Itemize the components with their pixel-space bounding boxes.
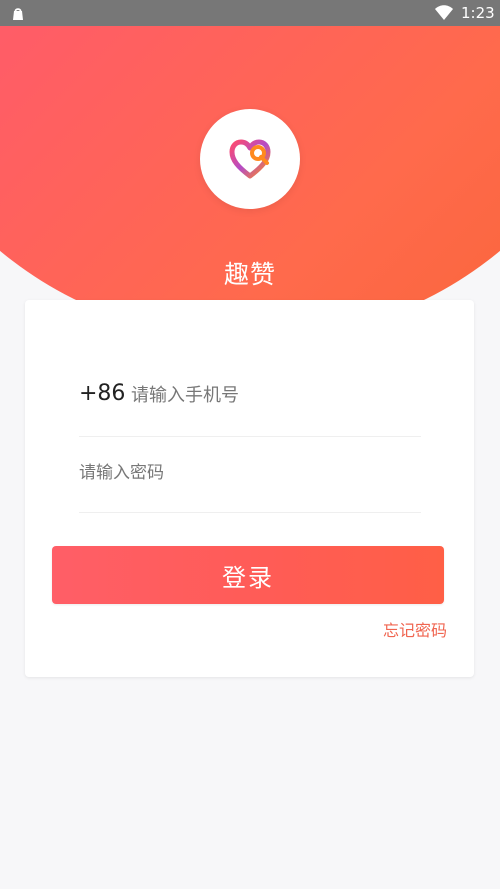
forgot-password-link[interactable]: 忘记密码: [383, 621, 447, 641]
login-card: +86 登录 忘记密码: [25, 300, 474, 677]
hero-header: 趣赞: [0, 0, 500, 342]
app-name: 趣赞: [223, 260, 276, 289]
country-code[interactable]: +86: [79, 380, 125, 408]
status-time: 1:23: [461, 4, 495, 22]
password-field-row: [79, 449, 421, 513]
phone-field-row: +86: [79, 372, 421, 437]
bag-icon: [10, 5, 26, 21]
app-logo: [200, 109, 300, 209]
status-bar: 1:23: [0, 0, 500, 26]
login-button[interactable]: 登录: [52, 546, 444, 604]
heart-logo-icon: [224, 133, 276, 185]
phone-input[interactable]: [131, 379, 416, 411]
login-screen: 1:23 趣赞 +86 请输入手机号 登录 忘记密码: [0, 0, 500, 889]
wifi-icon: [434, 4, 454, 22]
password-input[interactable]: [79, 457, 409, 489]
